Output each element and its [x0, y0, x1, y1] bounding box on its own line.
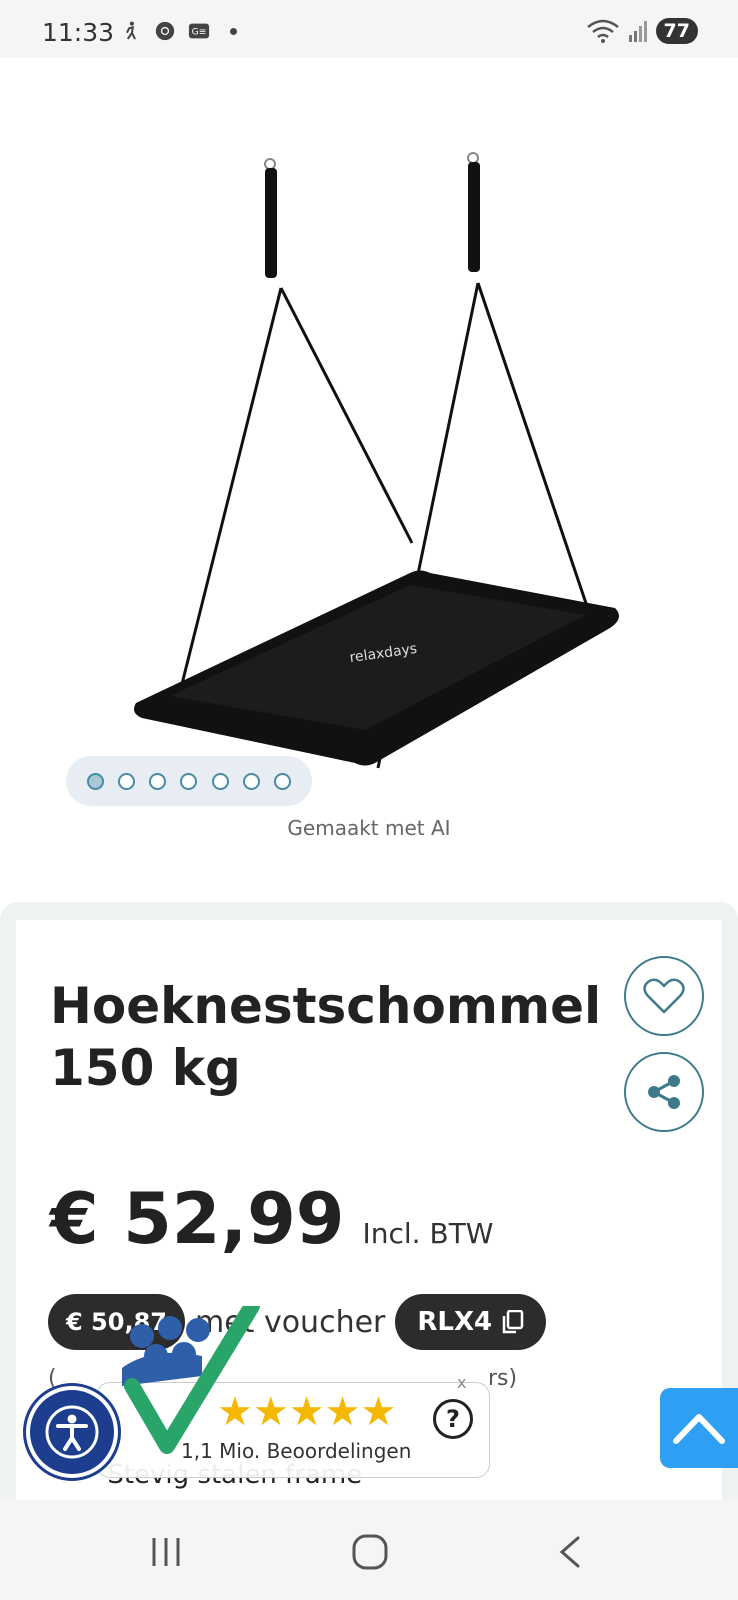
- home-button[interactable]: [348, 1530, 392, 1574]
- gallery-dot-1[interactable]: [87, 772, 105, 790]
- back-button[interactable]: [548, 1530, 592, 1574]
- walk-icon: [126, 21, 136, 40]
- status-icons: G≡: [120, 20, 237, 42]
- voucher-terms-left: (: [48, 1366, 57, 1391]
- help-icon[interactable]: ?: [433, 1399, 473, 1439]
- accessibility-button[interactable]: [26, 1386, 118, 1478]
- translate-icon: G≡: [188, 23, 210, 39]
- gallery-dot-7[interactable]: [273, 772, 291, 790]
- vat-note: Incl. BTW: [362, 1217, 494, 1250]
- product-gallery[interactable]: relaxdays Gemaakt met AI: [0, 58, 738, 888]
- back-icon: [559, 1536, 580, 1568]
- status-time: 11:33: [42, 18, 115, 47]
- battery-indicator: 77: [655, 18, 698, 44]
- share-icon: [648, 1075, 680, 1109]
- gallery-dot-2[interactable]: [118, 772, 136, 790]
- voucher-code: RLX4: [417, 1307, 493, 1337]
- voucher-terms-right: rs): [488, 1366, 518, 1391]
- status-right: 77: [586, 18, 698, 44]
- product-price: € 52,99: [50, 1178, 345, 1260]
- favorite-button[interactable]: [624, 956, 704, 1036]
- chrome-icon: [155, 21, 175, 41]
- scroll-to-top-button[interactable]: [660, 1388, 738, 1468]
- accessibility-icon: [45, 1405, 99, 1459]
- heart-icon: [643, 978, 685, 1014]
- wifi-icon: [586, 19, 619, 43]
- recent-apps-icon: [152, 1538, 180, 1566]
- gallery-dot-6[interactable]: [242, 772, 260, 790]
- status-bar: 11:33 G≡ 77: [0, 0, 738, 58]
- home-icon: [352, 1534, 388, 1570]
- product-title: Hoeknestschommel 150 kg: [50, 977, 602, 1097]
- system-nav-bar: [0, 1500, 738, 1600]
- recent-apps-button[interactable]: [144, 1530, 188, 1574]
- review-close-button[interactable]: x: [457, 1373, 466, 1392]
- chevron-up-icon: [673, 1414, 725, 1444]
- gallery-dot-5[interactable]: [211, 772, 229, 790]
- svg-text:G≡: G≡: [192, 27, 207, 38]
- product-image[interactable]: relaxdays: [120, 148, 640, 788]
- copy-icon: [502, 1310, 524, 1334]
- gallery-dot-3[interactable]: [149, 772, 167, 790]
- notification-dot-icon: [230, 27, 237, 35]
- ai-generated-note: Gemaakt met AI: [287, 816, 451, 840]
- share-button[interactable]: [624, 1052, 704, 1132]
- signal-icon: [628, 21, 647, 42]
- gallery-pagination[interactable]: [66, 756, 312, 806]
- trust-badge-logo: [122, 1306, 260, 1454]
- gallery-dot-4[interactable]: [180, 772, 198, 790]
- price-row: € 52,99 Incl. BTW: [50, 1178, 493, 1260]
- copy-voucher-code-button[interactable]: RLX4: [395, 1294, 547, 1350]
